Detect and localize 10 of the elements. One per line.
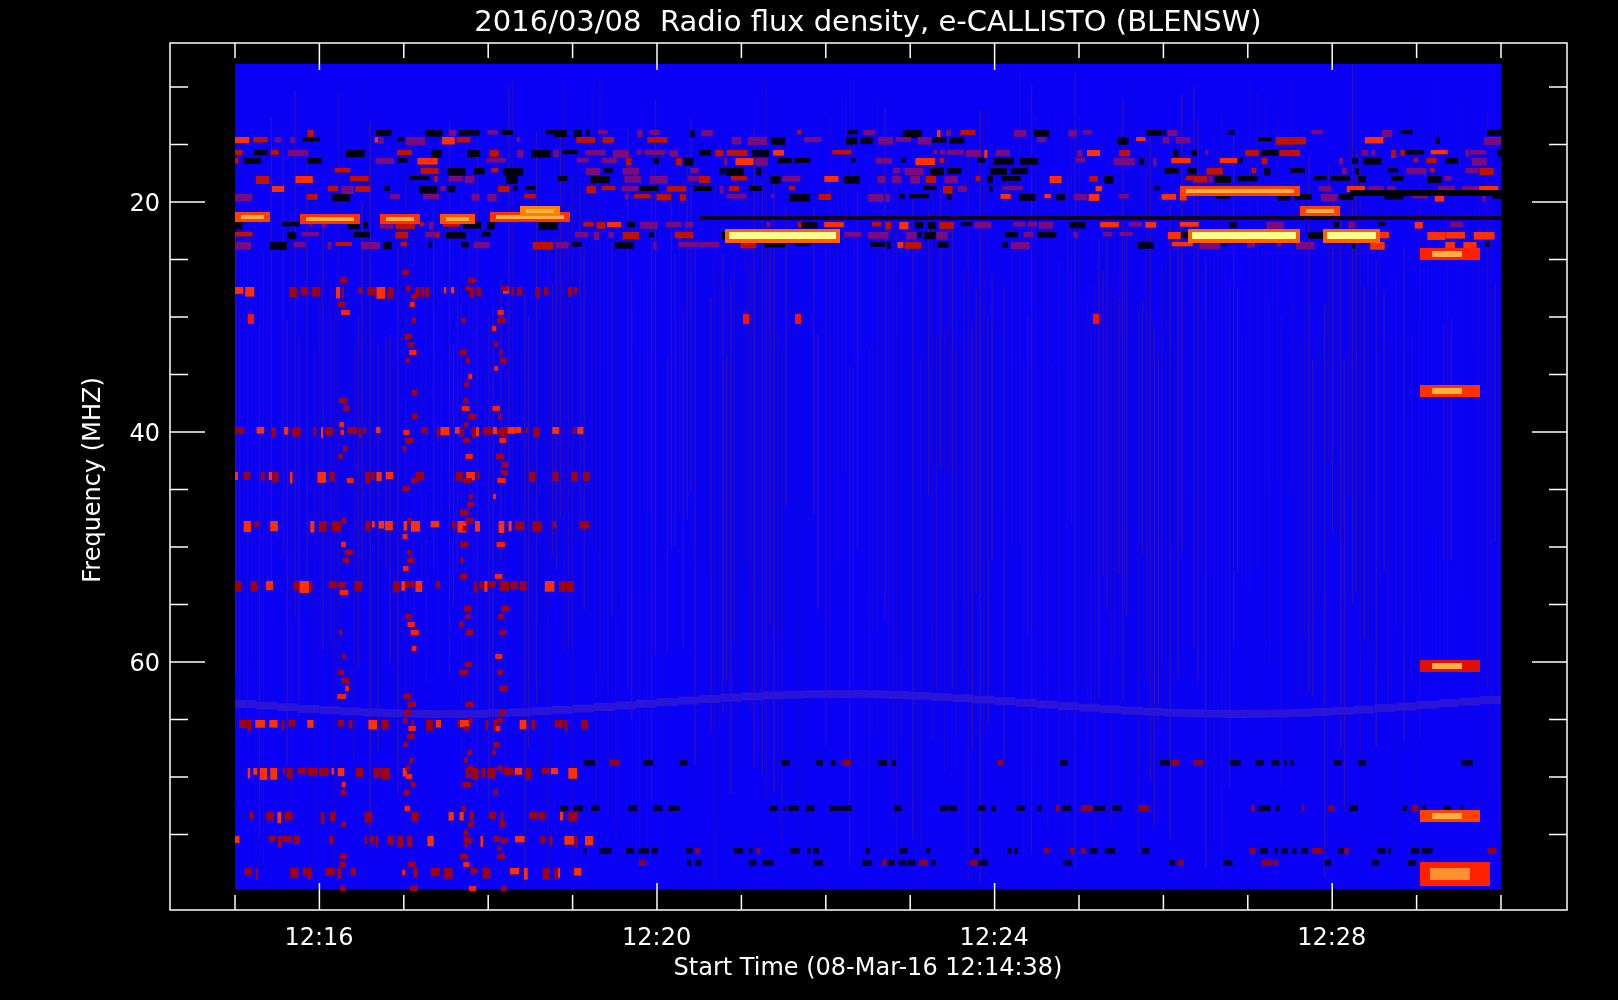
axis-tick-label: 12:24 <box>959 923 1029 951</box>
axis-tick-label: 40 <box>129 419 160 447</box>
axis-tick-label: 12:16 <box>284 923 354 951</box>
axis-tick-label: 12:28 <box>1297 923 1367 951</box>
axis-tick-label: 60 <box>129 649 160 677</box>
axis-tick-label: 12:20 <box>622 923 692 951</box>
axis-tick-label: 20 <box>129 189 160 217</box>
axis-label: Frequency (MHZ) <box>78 377 106 583</box>
chart-title: 2016/03/08 Radio flux density, e-CALLISTO (BLENSW) <box>474 4 1262 38</box>
axis-label: Start Time (08-Mar-16 12:14:38) <box>673 953 1063 981</box>
